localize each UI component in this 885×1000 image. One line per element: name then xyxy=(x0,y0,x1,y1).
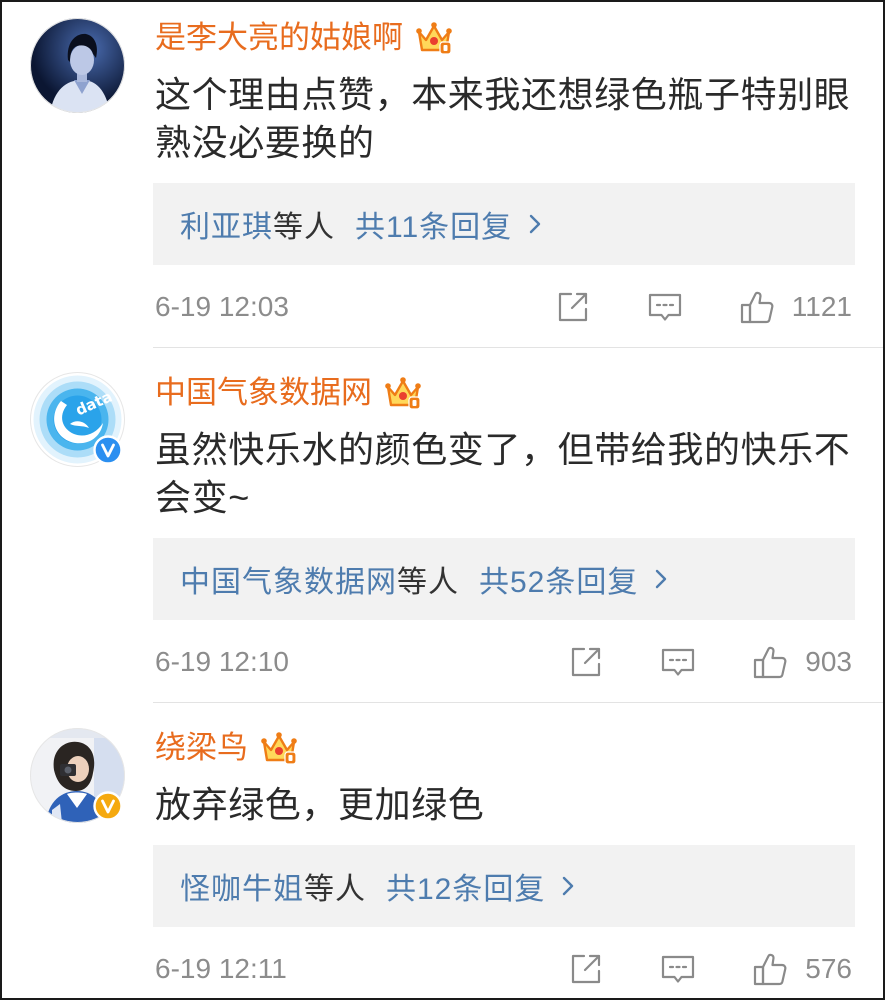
reply-count: 共52条回复 xyxy=(479,566,639,599)
comment-footer: 6-19 12:10 903 xyxy=(155,640,855,684)
share-button[interactable] xyxy=(568,951,604,987)
reply-suffix: 等人 xyxy=(273,211,335,244)
reply-summary-button[interactable]: 怪咖牛姐 等人 共12条回复 xyxy=(153,845,855,927)
reply-button[interactable] xyxy=(660,951,696,987)
share-button[interactable] xyxy=(568,644,604,680)
crown-badge-icon[interactable] xyxy=(384,375,422,411)
like-icon xyxy=(754,646,787,679)
share-icon xyxy=(558,292,587,322)
like-button[interactable]: 903 xyxy=(752,644,852,680)
comment-actions: 903 xyxy=(568,644,852,680)
comment-icon xyxy=(662,648,695,676)
verified-icon xyxy=(93,435,123,465)
chevron-right-icon xyxy=(656,569,667,589)
comment-actions: 576 xyxy=(568,951,852,987)
like-count: 903 xyxy=(805,646,852,677)
username[interactable]: 绕梁鸟 xyxy=(155,726,248,770)
username[interactable]: 是李大亮的姑娘啊 xyxy=(155,16,403,60)
reply-summary-button[interactable]: 中国气象数据网 等人 共52条回复 xyxy=(153,538,855,620)
avatar[interactable] xyxy=(30,728,125,823)
reply-suffix: 等人 xyxy=(397,566,459,599)
comment-footer: 6-19 12:11 576 xyxy=(155,947,855,991)
comment-icon xyxy=(648,293,681,321)
comment-text[interactable]: 这个理由点赞，本来我还想绿色瓶子特别眼熟没必要换的 xyxy=(155,71,855,167)
avatar[interactable]: data xyxy=(30,372,125,467)
reply-button[interactable] xyxy=(647,289,683,325)
reply-user-names[interactable]: 利亚琪 xyxy=(180,202,273,246)
reply-count: 共12条回复 xyxy=(386,873,546,906)
like-icon xyxy=(754,953,787,986)
chevron-right-icon xyxy=(563,876,574,896)
comment-header: 中国气象数据网 xyxy=(155,371,855,415)
comment-header: 是李大亮的姑娘啊 xyxy=(155,16,855,60)
share-icon xyxy=(572,954,601,984)
crown-badge-icon[interactable] xyxy=(415,20,453,56)
reply-user-names[interactable]: 中国气象数据网 xyxy=(180,557,397,601)
like-count: 576 xyxy=(805,953,852,984)
comment-time: 6-19 12:10 xyxy=(155,646,289,677)
share-icon xyxy=(572,647,601,677)
like-count: 1121 xyxy=(791,291,852,322)
reply-suffix: 等人 xyxy=(304,873,366,906)
reply-button[interactable] xyxy=(660,644,696,680)
crown-badge-icon[interactable] xyxy=(260,730,298,766)
comment-item: 绕梁鸟 放弃绿色，更加绿色 怪咖牛姐 等人 共12条回复 6-19 12:11 xyxy=(0,703,885,991)
comment-icon xyxy=(662,955,695,983)
reply-count: 共11条回复 xyxy=(355,211,513,244)
reply-summary-button[interactable]: 利亚琪 等人 共11条回复 xyxy=(153,183,855,265)
avatar-border xyxy=(30,18,125,113)
comment-time: 6-19 12:03 xyxy=(155,291,289,322)
comment-text[interactable]: 放弃绿色，更加绿色 xyxy=(155,781,855,829)
chevron-right-icon xyxy=(529,214,541,234)
verified-icon xyxy=(93,791,123,821)
comment-footer: 6-19 12:03 1121 xyxy=(155,285,855,329)
comment-item: data 中国气象数据网 虽然快乐水的颜色变了，但带给我的快乐不会变~ 中国气象… xyxy=(0,348,885,703)
comment-header: 绕梁鸟 xyxy=(155,726,855,770)
comment-actions: 1121 xyxy=(555,289,852,325)
avatar[interactable] xyxy=(30,18,125,113)
share-button[interactable] xyxy=(555,289,591,325)
username[interactable]: 中国气象数据网 xyxy=(155,371,372,415)
like-button[interactable]: 1121 xyxy=(739,289,852,325)
reply-user-names[interactable]: 怪咖牛姐 xyxy=(180,864,304,908)
like-icon xyxy=(740,291,774,324)
comment-item: 是李大亮的姑娘啊 这个理由点赞，本来我还想绿色瓶子特别眼熟没必要换的 利亚琪 等… xyxy=(0,0,885,348)
like-button[interactable]: 576 xyxy=(752,951,852,987)
comment-time: 6-19 12:11 xyxy=(155,953,287,984)
comment-text[interactable]: 虽然快乐水的颜色变了，但带给我的快乐不会变~ xyxy=(155,426,855,522)
